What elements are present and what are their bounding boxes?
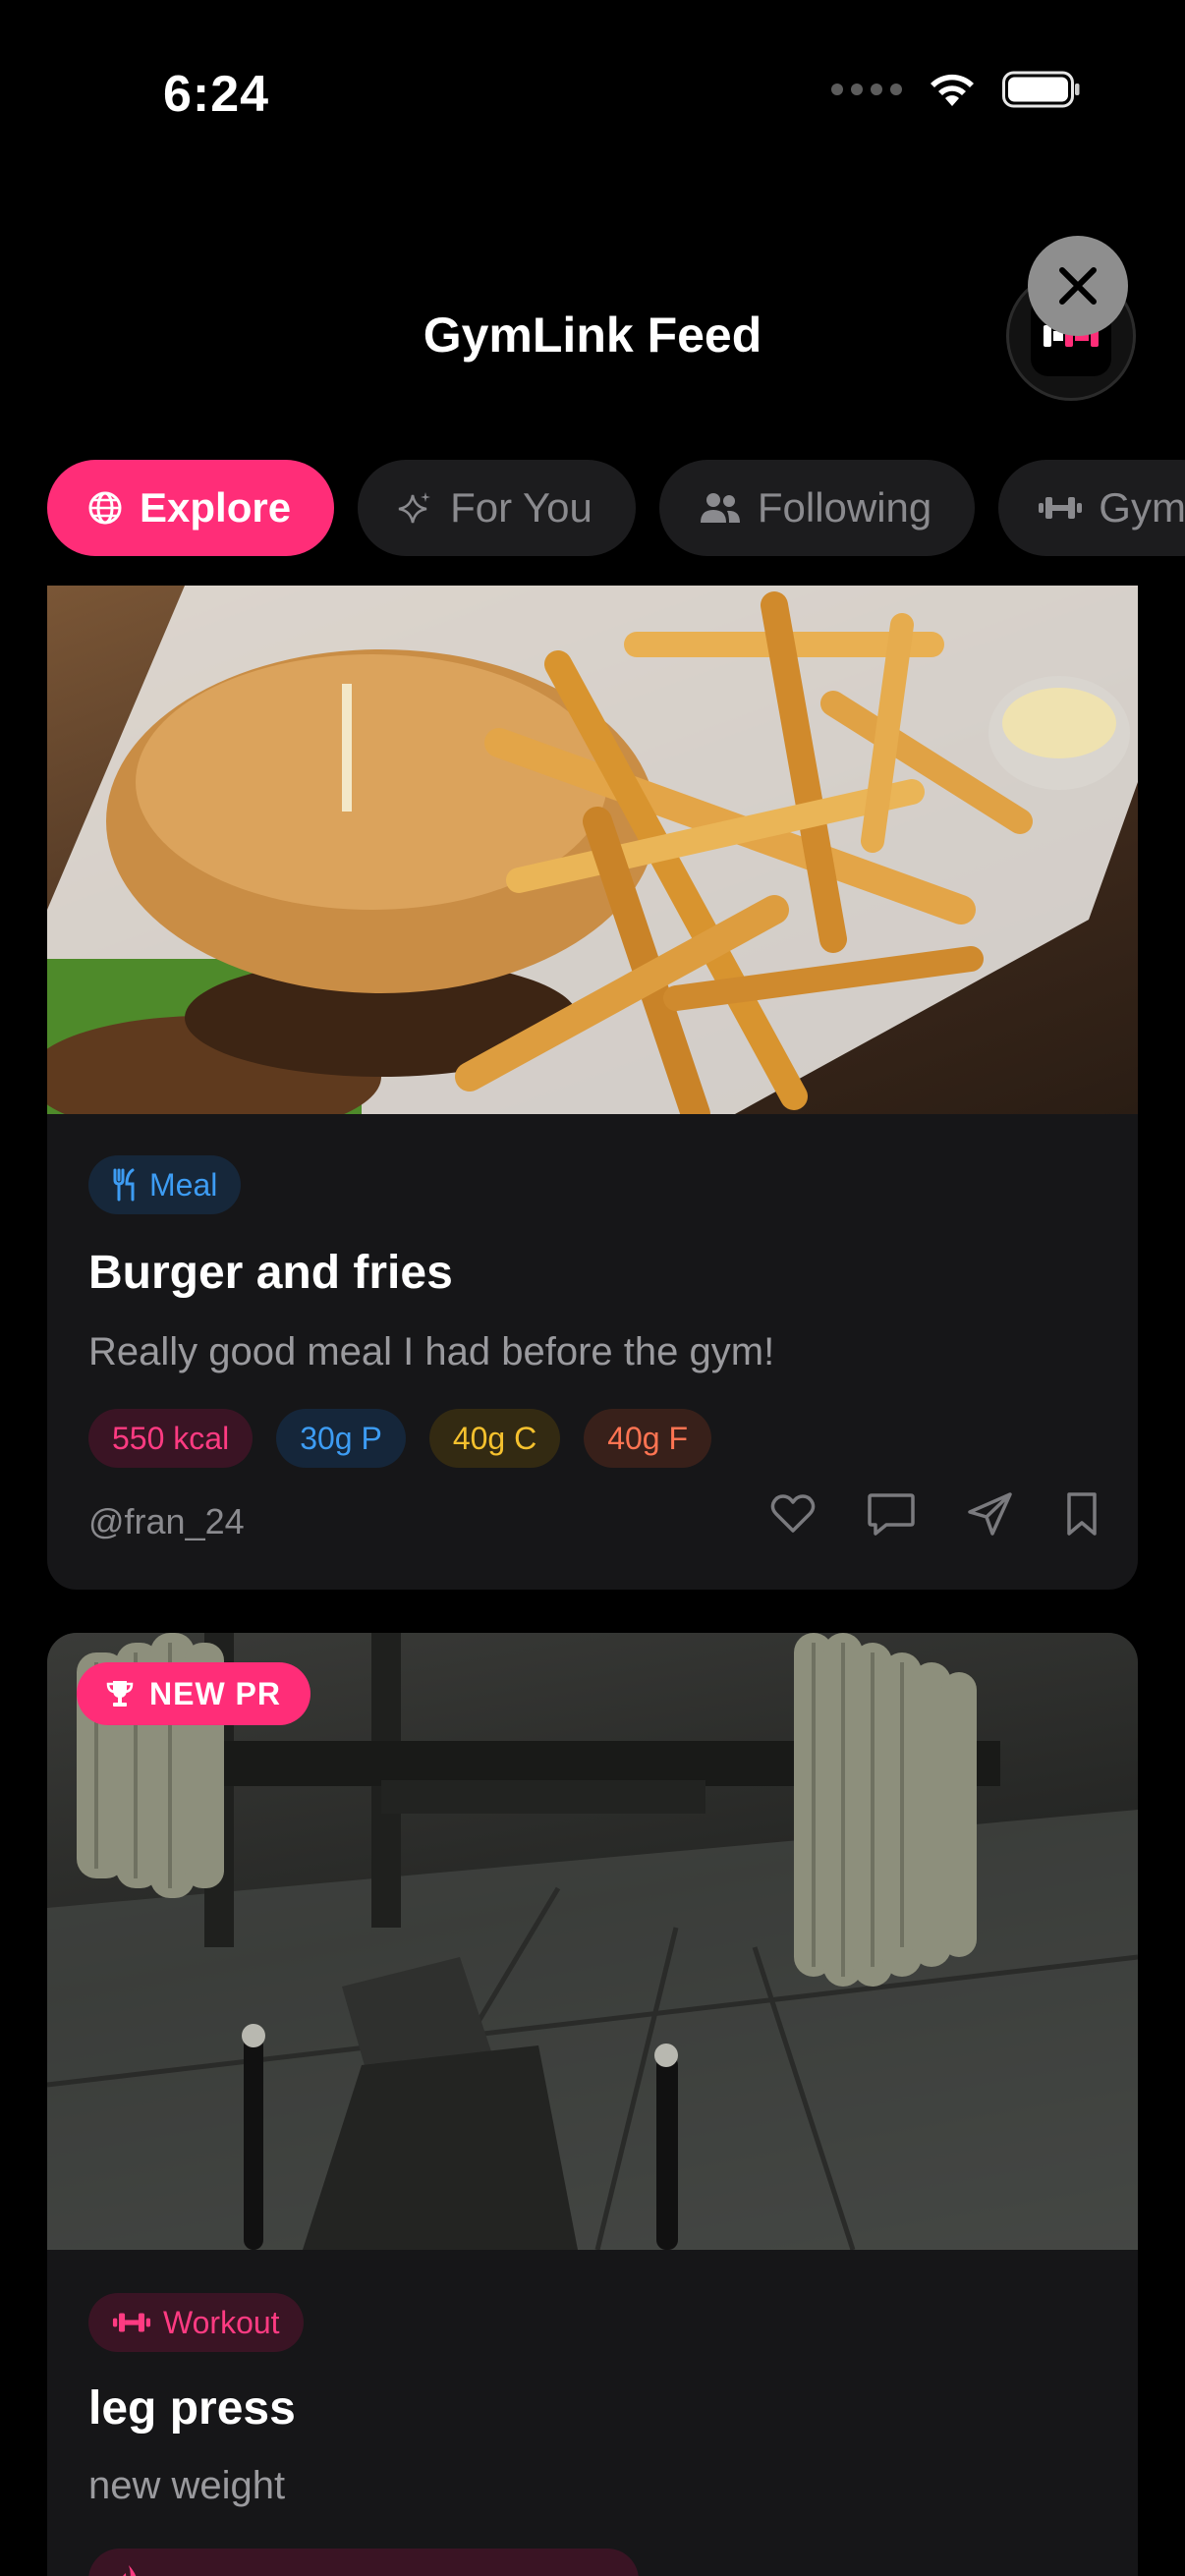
new-pr-badge: NEW PR <box>77 1662 310 1725</box>
post-title: Burger and fries <box>88 1247 453 1299</box>
globe-icon <box>88 491 122 525</box>
bookmark-icon[interactable] <box>1065 1491 1099 1537</box>
close-icon <box>1059 267 1097 305</box>
fat-badge: 40g F <box>584 1409 712 1468</box>
protein-badge: 30g P <box>276 1409 406 1468</box>
like-heart-icon[interactable] <box>770 1493 816 1535</box>
tab-for-you[interactable]: For You <box>358 460 636 556</box>
pr-stat-pill <box>88 2548 639 2576</box>
macro-badges: 550 kcal 30g P 40g C 40g F <box>88 1409 712 1468</box>
feed-post-card[interactable]: Meal Burger and fries Really good meal I… <box>47 586 1138 1590</box>
post-photo-burger-and-fries <box>47 586 1138 1114</box>
post-title: leg press <box>88 2382 296 2435</box>
pr-badge-label: NEW PR <box>149 1675 281 1711</box>
sparkle-icon <box>398 492 431 524</box>
trophy-icon <box>106 1681 134 1707</box>
battery-icon <box>1002 71 1080 108</box>
tab-gym-label: Gym <box>1099 484 1185 531</box>
tab-following[interactable]: Following <box>658 460 976 556</box>
carbs-badge: 40g C <box>428 1409 561 1468</box>
people-icon <box>700 493 740 523</box>
feed-post-card[interactable]: NEW PR Workout leg press new weight <box>47 1633 1138 2576</box>
post-actions <box>770 1491 1099 1537</box>
tab-explore[interactable]: Explore <box>47 460 335 556</box>
flame-icon <box>123 2565 137 2576</box>
cellular-signal-icon <box>831 84 902 95</box>
tab-gym[interactable]: Gym <box>998 460 1185 556</box>
tab-explore-label: Explore <box>140 484 292 531</box>
wifi-icon <box>931 74 974 106</box>
share-send-icon[interactable] <box>967 1491 1014 1537</box>
tab-for-you-label: For You <box>450 484 592 531</box>
close-button[interactable] <box>1028 236 1128 336</box>
status-time: 6:24 <box>163 66 270 123</box>
gymlink-feed-screen: 6:24 GymLink Feed Explore For You Follow… <box>0 0 1185 2576</box>
category-tag-meal: Meal <box>88 1155 242 1214</box>
calories-badge: 550 kcal <box>88 1409 254 1468</box>
post-username[interactable]: @fran_24 <box>88 1501 245 1542</box>
post-description: Really good meal I had before the gym! <box>88 1330 775 1373</box>
feed-filter-tabs: Explore For You Following Gym <box>47 460 1185 556</box>
status-icons <box>831 71 1081 108</box>
post-photo-leg-press: NEW PR <box>47 1633 1138 2250</box>
tab-following-label: Following <box>757 484 932 531</box>
comment-icon[interactable] <box>867 1491 916 1537</box>
dumbbell-icon <box>1039 497 1083 519</box>
category-label: Workout <box>163 2304 280 2340</box>
dumbbell-icon <box>112 2313 151 2332</box>
category-label: Meal <box>149 1166 218 1203</box>
category-tag-workout: Workout <box>88 2293 304 2352</box>
post-description: new weight <box>88 2464 286 2507</box>
fork-knife-icon <box>113 1168 135 1202</box>
